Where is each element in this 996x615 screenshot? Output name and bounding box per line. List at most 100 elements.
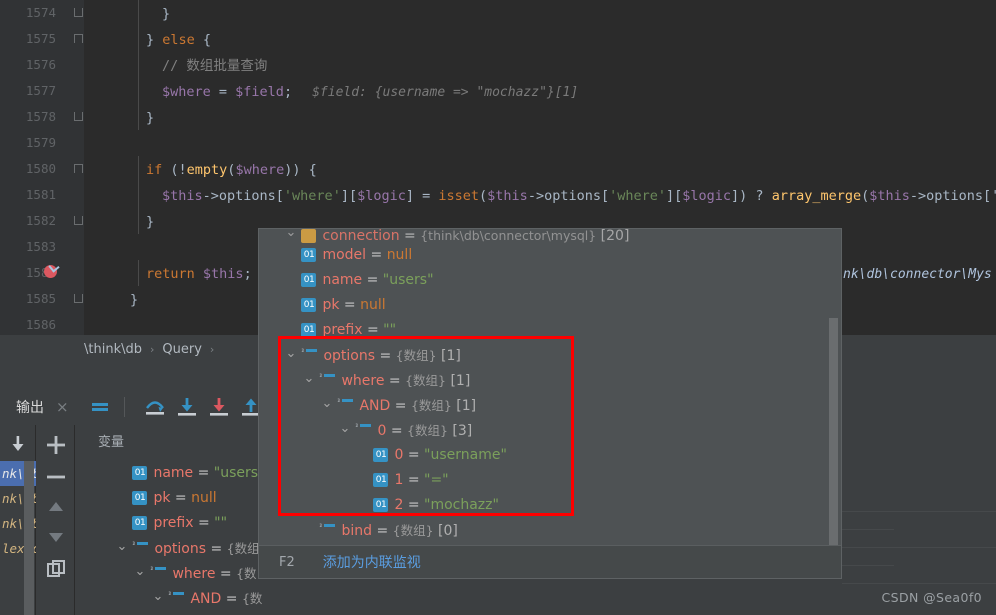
tree-row[interactable]: 01 0 = "username" bbox=[259, 443, 841, 468]
object-icon bbox=[301, 229, 317, 243]
line-number: 1575 bbox=[25, 31, 56, 46]
step-over-icon[interactable] bbox=[142, 394, 168, 420]
variable-value: "username" bbox=[424, 447, 507, 463]
collapse-arrow-icon[interactable]: ⌄ bbox=[339, 416, 351, 441]
gutter-row[interactable]: 1577 bbox=[0, 78, 84, 104]
tree-row[interactable]: 01 1 = "=" bbox=[259, 468, 841, 493]
gutter-row[interactable]: 1576 bbox=[0, 52, 84, 78]
inspector-scrollbar-track[interactable] bbox=[828, 229, 840, 578]
tree-row[interactable]: ⌄ 1 2 3 options = {数组} [1] bbox=[259, 341, 841, 368]
tree-row[interactable]: ⌄ 123 0 = {数组} [3] bbox=[259, 416, 841, 443]
line-number: 1578 bbox=[25, 109, 56, 124]
collapse-arrow-icon[interactable]: ⌄ bbox=[152, 584, 164, 609]
code-line[interactable] bbox=[98, 130, 996, 156]
frames-down-icon[interactable] bbox=[5, 431, 31, 457]
tree-row[interactable]: 01 pk = null bbox=[259, 293, 841, 318]
gutter-row[interactable]: 1578 bbox=[0, 104, 84, 130]
variable-type: {数组} bbox=[410, 398, 452, 413]
breakpoint-icon[interactable] bbox=[44, 265, 57, 278]
code-line[interactable]: $where = $field; $field: {username => "mo… bbox=[98, 78, 996, 104]
tree-row[interactable]: 01 model = null bbox=[259, 243, 841, 268]
row-separator bbox=[842, 583, 996, 584]
ide-window: }} else {// 数组批量查询 $where = $field; $field… bbox=[0, 0, 996, 615]
gutter-row[interactable]: 1575 bbox=[0, 26, 84, 52]
breadcrumb-separator-icon-2: › bbox=[209, 342, 215, 356]
equals-sign: = bbox=[376, 523, 389, 539]
gutter-row[interactable]: 1579 bbox=[0, 130, 84, 156]
move-up-icon[interactable] bbox=[46, 497, 66, 517]
variable-count: [1] bbox=[456, 398, 477, 414]
watches-tool-column[interactable] bbox=[37, 425, 75, 615]
copy-icon[interactable] bbox=[45, 559, 67, 581]
inspector-scrollbar-thumb[interactable] bbox=[829, 318, 838, 578]
line-number: 1582 bbox=[25, 213, 56, 228]
primitive-value-icon: 01 bbox=[373, 448, 389, 462]
fold-open-icon[interactable] bbox=[74, 34, 83, 43]
gutter-row[interactable]: 1585 bbox=[0, 286, 84, 312]
code-line[interactable]: } else { bbox=[98, 26, 996, 52]
array-value-icon: 123 bbox=[168, 592, 185, 606]
fold-close-icon[interactable] bbox=[74, 216, 83, 225]
collapse-arrow-icon[interactable]: ⌄ bbox=[285, 229, 297, 239]
gutter-row[interactable]: 1584 bbox=[0, 260, 84, 286]
frames-scrollbar[interactable] bbox=[24, 461, 34, 615]
variable-name: 0 bbox=[377, 423, 387, 439]
breadcrumb-item-namespace[interactable]: \think\db bbox=[84, 342, 142, 357]
toolbar-divider bbox=[123, 397, 125, 417]
close-icon[interactable]: × bbox=[56, 398, 69, 416]
step-into-icon[interactable] bbox=[174, 394, 200, 420]
move-down-icon[interactable] bbox=[46, 527, 66, 547]
variable-name: 2 bbox=[394, 497, 404, 513]
gutter-row[interactable]: 1582 bbox=[0, 208, 84, 234]
value-inspector-popup[interactable]: ⌄ connection = {think\db\connector\mysql… bbox=[258, 228, 842, 579]
code-line[interactable]: if (!empty($where)) { bbox=[98, 156, 996, 182]
variable-value: null bbox=[386, 247, 413, 263]
tree-row[interactable]: 01 name = "users" bbox=[259, 268, 841, 293]
tree-row[interactable]: 1 2 3 bind = {数组} [0] bbox=[259, 518, 841, 543]
collapse-arrow-icon[interactable]: ⌄ bbox=[116, 534, 128, 559]
primitive-value-icon: 01 bbox=[301, 323, 317, 337]
breadcrumb-item-class[interactable]: Query bbox=[162, 342, 202, 357]
tree-row[interactable]: 01 2 = "mochazz" bbox=[259, 493, 841, 518]
collapse-arrow-icon[interactable]: ⌄ bbox=[285, 341, 297, 366]
equals-sign: = bbox=[366, 272, 379, 288]
remove-watch-icon[interactable] bbox=[44, 465, 68, 489]
collapse-arrow-icon[interactable]: ⌄ bbox=[321, 391, 333, 416]
gutter-row[interactable]: 1574 bbox=[0, 0, 84, 26]
code-line[interactable]: } bbox=[98, 104, 996, 130]
restore-layout-icon[interactable] bbox=[87, 394, 113, 420]
fold-close-icon[interactable] bbox=[74, 112, 83, 121]
variable-value: "=" bbox=[424, 472, 449, 488]
force-step-into-icon[interactable] bbox=[206, 394, 232, 420]
gutter-row[interactable]: 1580 bbox=[0, 156, 84, 182]
code-line[interactable]: } bbox=[98, 0, 996, 26]
frames-panel[interactable]: nk\db nk\db nk\db lex\c bbox=[0, 425, 36, 615]
gutter-row[interactable]: 1583 bbox=[0, 234, 84, 260]
collapse-arrow-icon[interactable]: ⌄ bbox=[134, 559, 146, 584]
fold-close-icon[interactable] bbox=[74, 294, 83, 303]
primitive-value-icon: 01 bbox=[301, 273, 317, 287]
fold-close-icon[interactable] bbox=[74, 8, 83, 17]
array-value-icon: 123 bbox=[337, 399, 354, 413]
collapse-arrow-icon[interactable]: ⌄ bbox=[303, 366, 315, 391]
tree-row[interactable]: 01 prefix = "" bbox=[259, 318, 841, 343]
tree-row[interactable]: ⌄ 1 2 3 where = {数组} [1] bbox=[259, 366, 841, 393]
variable-row[interactable]: ⌄ 1 2 3 AND = {数 bbox=[76, 586, 996, 611]
gutter-row[interactable]: 1581 bbox=[0, 182, 84, 208]
add-inline-watch-link[interactable]: 添加为内联监视 bbox=[323, 552, 421, 572]
tab-output[interactable]: 输出 bbox=[16, 397, 44, 417]
tree-row[interactable]: ⌄ 1 2 3 AND = {数组} [1] bbox=[259, 391, 841, 418]
watermark-label: CSDN @Sea0f0 bbox=[881, 590, 982, 605]
variable-count: [1] bbox=[441, 348, 461, 364]
variable-type: {数组} bbox=[405, 373, 446, 388]
inspector-tree[interactable]: ⌄ connection = {think\db\connector\mysql… bbox=[259, 229, 841, 578]
fold-open-icon[interactable] bbox=[74, 164, 83, 173]
variable-value: null bbox=[360, 297, 386, 313]
add-watch-icon[interactable] bbox=[44, 433, 68, 457]
code-line[interactable]: // 数组批量查询 bbox=[98, 52, 996, 78]
variable-name: where bbox=[341, 373, 385, 389]
tree-row-clipped[interactable]: ⌄ connection = {think\db\connector\mysql… bbox=[259, 229, 841, 243]
code-line[interactable]: $this->options['where'][$logic] = isset(… bbox=[98, 182, 996, 208]
equals-sign: = bbox=[407, 497, 420, 513]
variable-count: [3] bbox=[452, 423, 473, 439]
